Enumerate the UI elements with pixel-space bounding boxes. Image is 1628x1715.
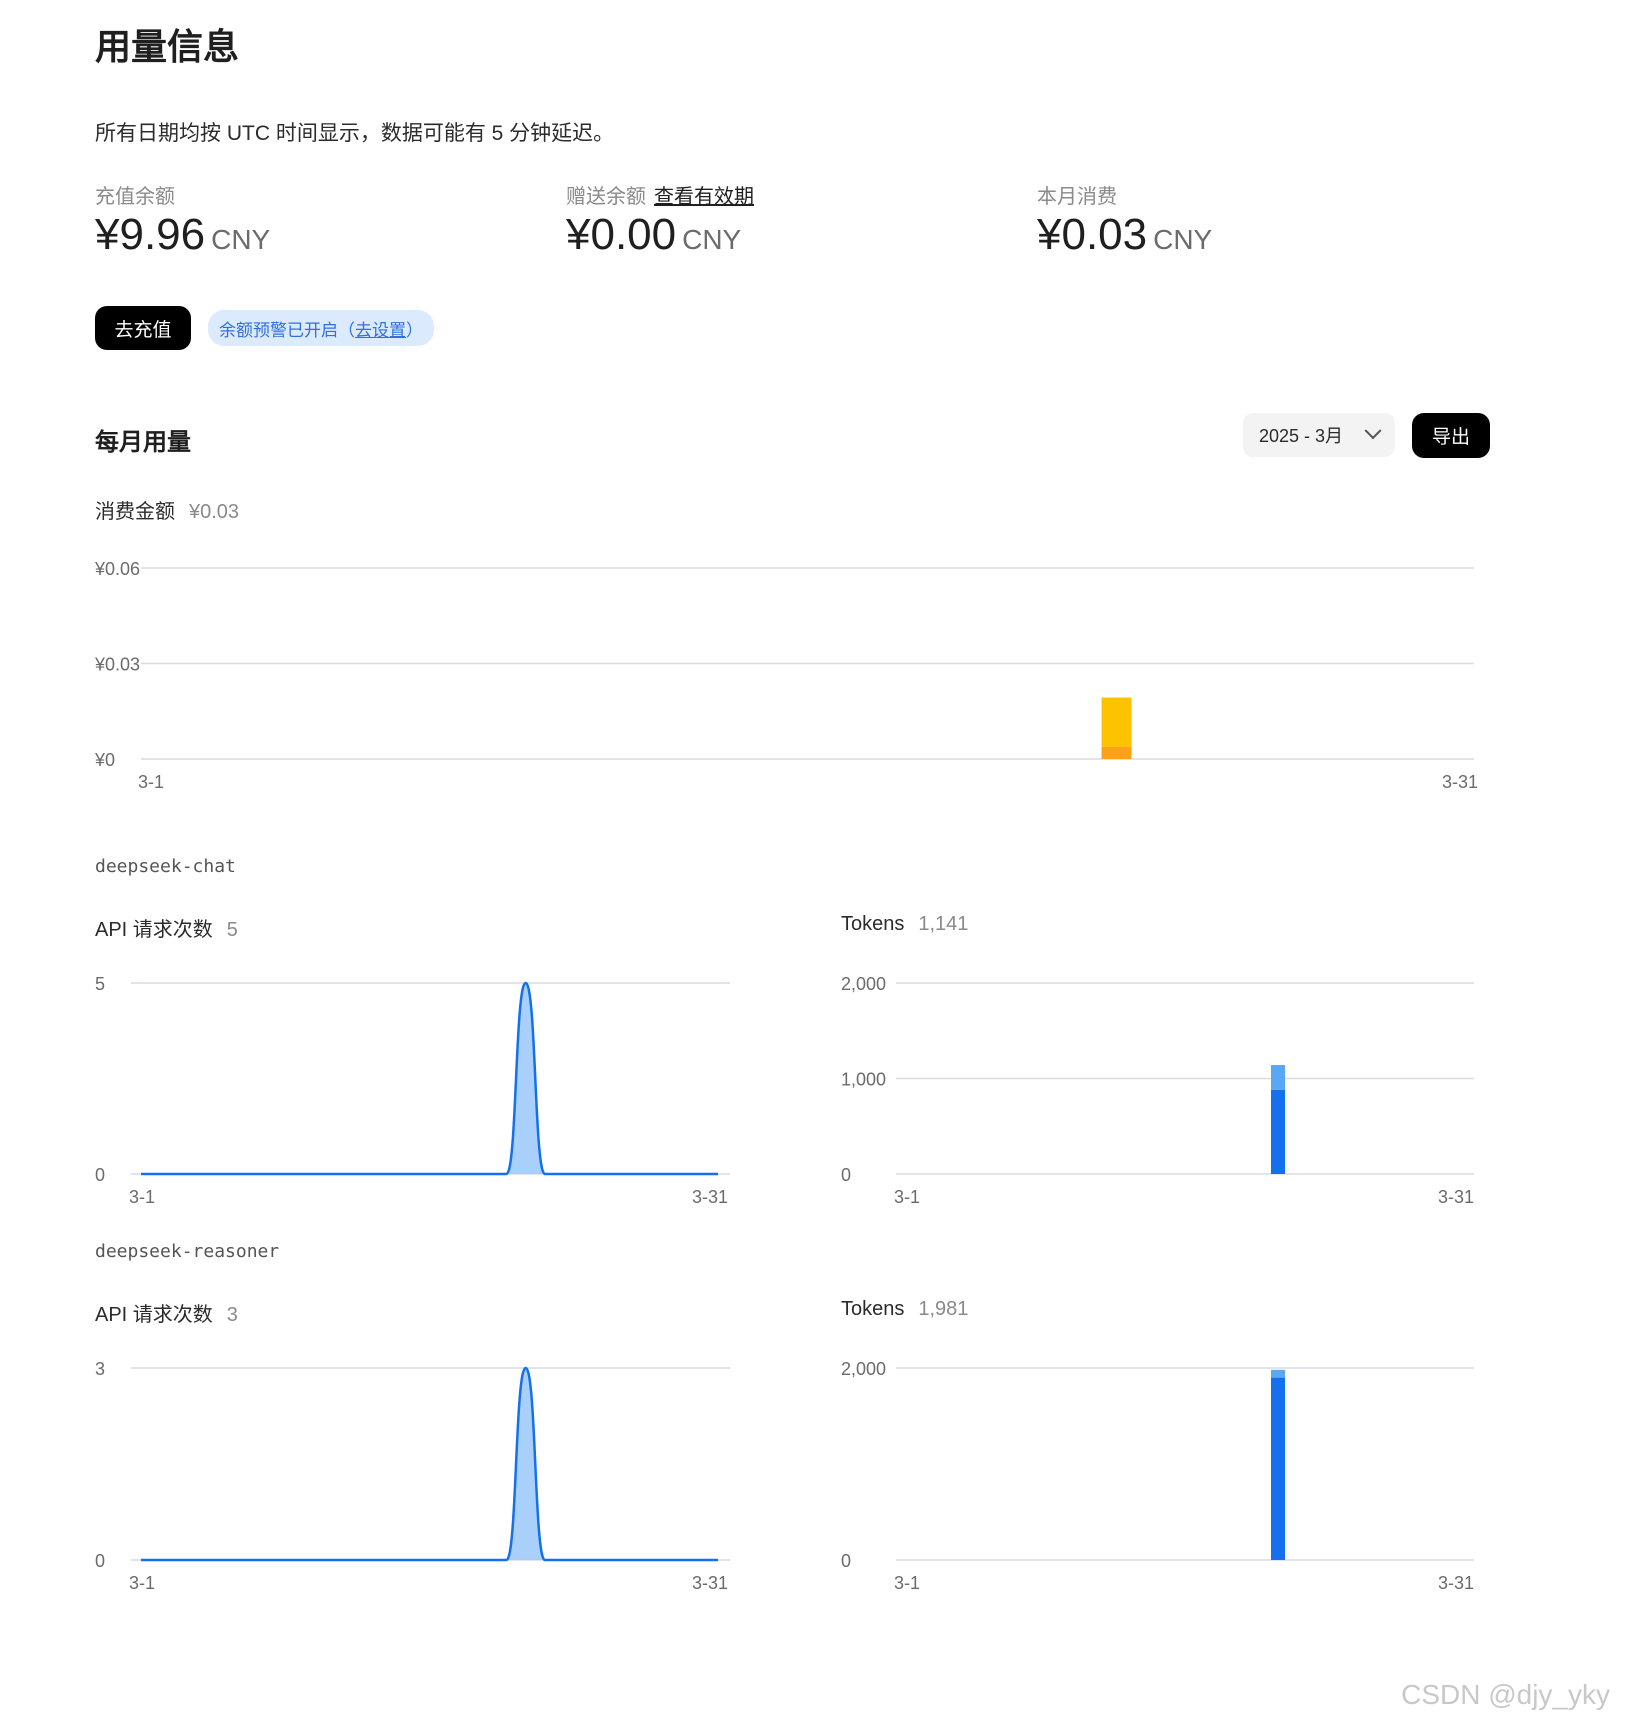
reasoner-tokens-metric: Tokens 1,981 xyxy=(841,1298,968,1321)
reasoner-tokens-x-tick-label: 3-1 xyxy=(894,1573,920,1593)
reasoner-requests-x-tick-label: 3-1 xyxy=(129,1573,155,1593)
spend-chart-group: ¥0 ¥0.03 ¥0.06 3-1 3-31 xyxy=(94,559,1478,792)
chat-tokens-y-tick-label: 2,000 xyxy=(841,974,886,994)
spend-x-tick-label: 3-1 xyxy=(138,772,164,792)
chat-requests-x-tick-label: 3-1 xyxy=(129,1187,155,1207)
reasoner-requests-y-tick-label: 0 xyxy=(95,1551,105,1571)
spend-y-tick-label: ¥0 xyxy=(94,750,115,770)
chat-tokens-y-tick-label: 1,000 xyxy=(841,1070,886,1090)
chat-requests-label: API 请求次数 xyxy=(95,919,213,941)
chat-tokens-metric: Tokens 1,141 xyxy=(841,913,968,936)
reasoner-requests-y-tick-label: 3 xyxy=(95,1359,105,1379)
spend-chart: ¥0 ¥0.03 ¥0.06 3-1 3-31 0 5 3-1 3-31 0 1,000 2,000 3… xyxy=(94,559,1478,1593)
chat-tokens-chart-group: 0 1,000 2,000 3-1 3-31 xyxy=(841,974,1474,1207)
chat-tokens-bar xyxy=(1271,1089,1285,1174)
spend-bar xyxy=(1101,697,1132,747)
reasoner-requests-line xyxy=(141,1366,718,1562)
chat-requests-metric: API 请求次数 5 xyxy=(95,913,238,942)
reasoner-requests-label: API 请求次数 xyxy=(95,1304,213,1326)
chat-requests-y-tick-label: 5 xyxy=(95,974,105,994)
reasoner-requests-chart-group: 0 3 3-1 3-31 xyxy=(95,1359,730,1593)
reasoner-tokens-bar xyxy=(1271,1369,1285,1378)
chat-tokens-y-tick-label: 0 xyxy=(841,1165,851,1185)
reasoner-requests-total: 3 xyxy=(226,1304,238,1326)
chat-requests-y-tick-label: 0 xyxy=(95,1165,105,1185)
watermark: CSDN @djy_yky xyxy=(1401,1679,1610,1710)
chat-tokens-x-tick-label: 3-1 xyxy=(894,1187,920,1207)
chat-tokens-x-tick-label: 3-31 xyxy=(1438,1187,1474,1207)
reasoner-tokens-bar xyxy=(1271,1377,1285,1560)
chat-requests-x-tick-label: 3-31 xyxy=(692,1187,728,1207)
spend-bar xyxy=(1101,746,1132,759)
chat-requests-area-fill xyxy=(141,983,718,1174)
chat-tokens-label: Tokens xyxy=(841,913,905,935)
reasoner-tokens-chart-group: 0 2,000 3-1 3-31 xyxy=(841,1359,1474,1593)
reasoner-tokens-y-tick-label: 0 xyxy=(841,1551,851,1571)
spend-x-tick-label: 3-31 xyxy=(1442,772,1478,792)
spend-y-tick-label: ¥0.03 xyxy=(94,655,140,675)
chat-requests-chart-group: 0 5 3-1 3-31 xyxy=(95,974,730,1207)
chat-requests-total: 5 xyxy=(226,919,238,941)
spend-y-tick-label: ¥0.06 xyxy=(94,559,140,579)
reasoner-tokens-total: 1,981 xyxy=(918,1298,969,1320)
reasoner-tokens-x-tick-label: 3-31 xyxy=(1438,1573,1474,1593)
reasoner-requests-metric: API 请求次数 3 xyxy=(95,1298,238,1327)
reasoner-tokens-y-tick-label: 2,000 xyxy=(841,1359,886,1379)
model-name-reasoner: deepseek-reasoner xyxy=(95,1241,280,1262)
chat-requests-line xyxy=(141,981,718,1176)
chat-tokens-bar xyxy=(1271,1065,1285,1090)
reasoner-requests-x-tick-label: 3-31 xyxy=(692,1573,728,1593)
reasoner-requests-area-fill xyxy=(141,1368,718,1560)
chat-tokens-total: 1,141 xyxy=(918,913,969,935)
model-name-chat: deepseek-chat xyxy=(95,856,236,877)
reasoner-tokens-label: Tokens xyxy=(841,1298,905,1320)
